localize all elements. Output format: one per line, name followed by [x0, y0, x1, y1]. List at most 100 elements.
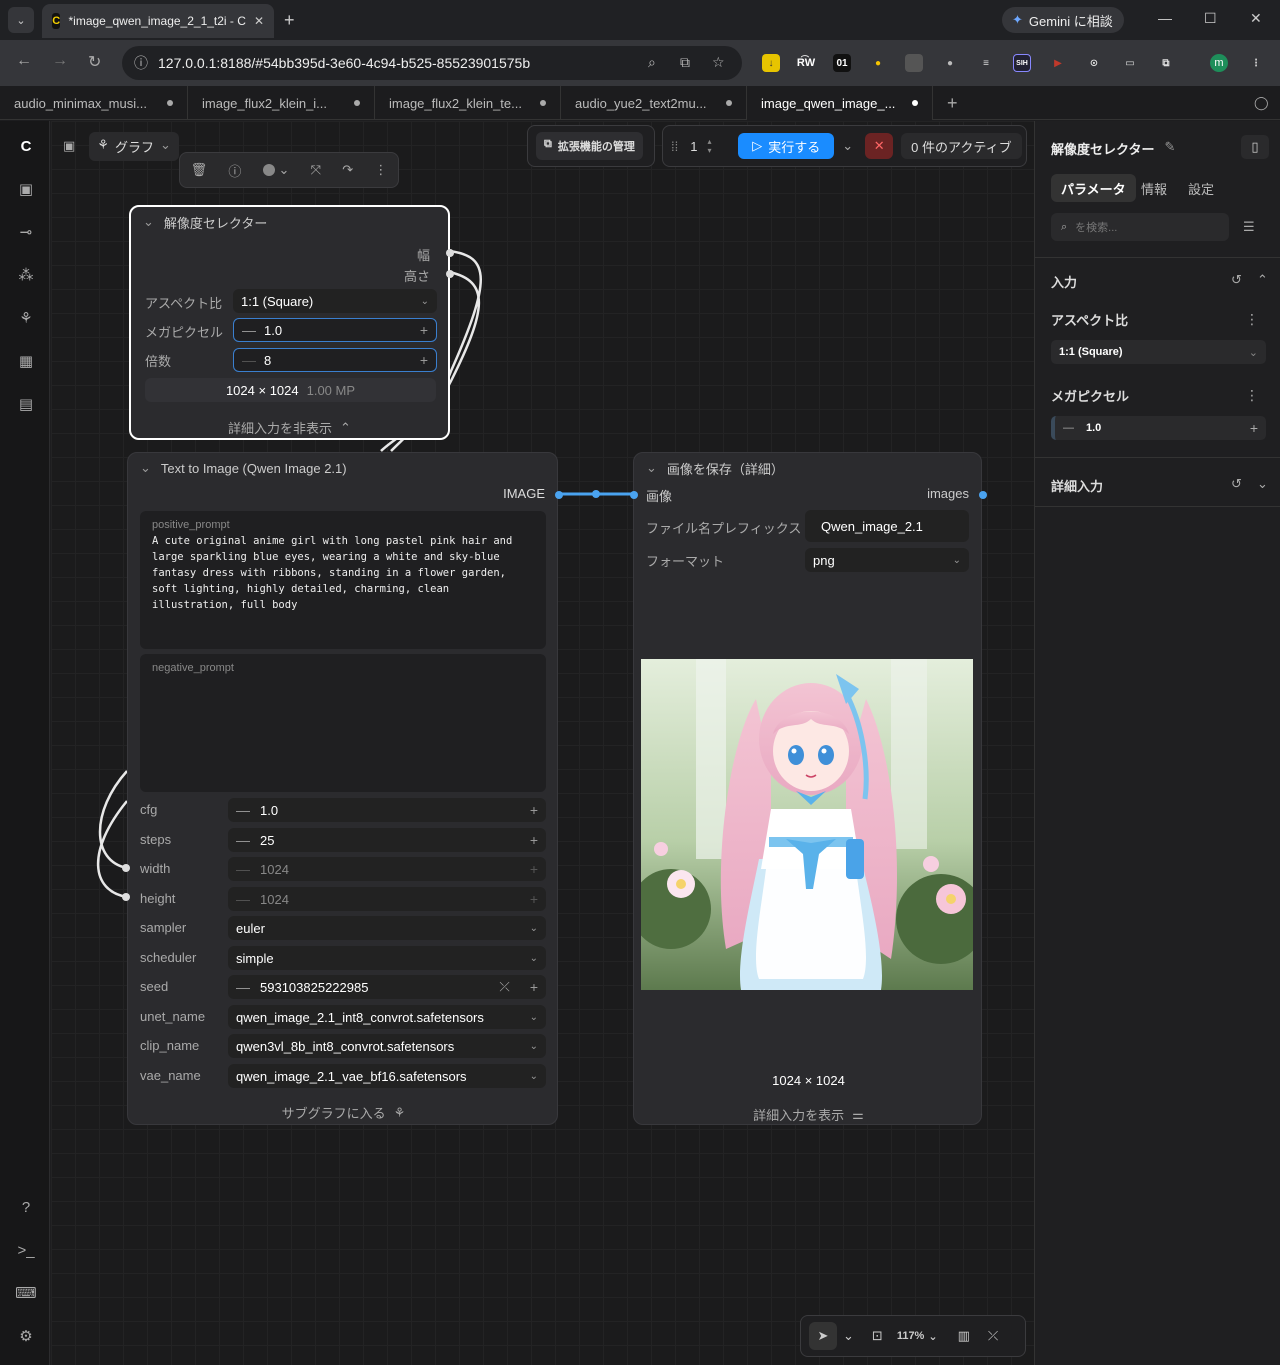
collapse-chevron-icon[interactable]: ⌄	[143, 214, 154, 230]
plus-icon[interactable]: +	[1250, 420, 1258, 436]
maximize-icon[interactable]: ☐	[1204, 10, 1217, 27]
queue-icon[interactable]: ▤	[15, 393, 37, 415]
color-picker-icon[interactable]: ⌄	[262, 162, 289, 178]
minus-icon[interactable]: —	[1063, 422, 1074, 434]
forward-icon[interactable]: →	[52, 52, 68, 70]
hide-advanced-button[interactable]: 詳細入力を非表示 ⌃	[131, 418, 448, 437]
browser-menu-icon[interactable]: ⋮	[1247, 54, 1265, 72]
terminal-icon[interactable]: >_	[15, 1239, 37, 1261]
active-jobs-button[interactable]: 0 件のアクティブ	[901, 133, 1022, 159]
plus-icon[interactable]: +	[530, 861, 538, 877]
bookmark-star-icon[interactable]: ☆	[712, 54, 725, 71]
multiple-stepper[interactable]: —8 +	[233, 348, 437, 372]
param-field-steps[interactable]: — 25 +	[228, 828, 546, 852]
profile-avatar[interactable]: m	[1210, 54, 1228, 72]
workflow-tab-active[interactable]: image_qwen_image_...	[747, 86, 933, 120]
collapse-chevron-icon[interactable]: ⌄	[140, 460, 151, 476]
output-port-height[interactable]	[446, 270, 454, 278]
node-header[interactable]: ⌄ 画像を保存（詳細）	[634, 453, 981, 483]
manage-extensions-button[interactable]: ⧉ 拡張機能の管理	[536, 132, 643, 160]
param-field-height[interactable]: — 1024 +	[228, 887, 546, 911]
minimize-icon[interactable]: —	[1158, 10, 1172, 26]
ext-01-icon[interactable]: 01	[833, 54, 851, 72]
settings-gear-icon[interactable]: ⚙	[15, 1325, 37, 1347]
templates-icon[interactable]: ▦	[15, 350, 37, 372]
section-advanced[interactable]: 詳細入力 ↺ ⌄	[1035, 457, 1280, 507]
workflow-tab[interactable]: audio_minimax_musi...	[0, 86, 188, 120]
minus-icon[interactable]: —	[236, 979, 250, 995]
chevron-down-icon[interactable]: ⌄	[1257, 476, 1268, 492]
ext-bulb-icon[interactable]: ●	[869, 54, 887, 72]
gemini-button[interactable]: ✦ Gemini に相談	[1002, 7, 1124, 33]
user-icon[interactable]: ◯	[1240, 86, 1280, 120]
node-header[interactable]: ⌄ 解像度セレクター	[131, 207, 448, 237]
back-icon[interactable]: ←	[16, 52, 32, 70]
node-resolution-selector[interactable]: ⌄ 解像度セレクター 幅 高さ アスペクト比 1:1 (Square) ⌄ メガピ…	[129, 205, 454, 440]
megapixel-stepper[interactable]: —1.0 +	[233, 318, 437, 342]
negative-prompt-textarea[interactable]: negative_prompt	[140, 654, 546, 792]
plus-icon[interactable]: +	[530, 891, 538, 907]
model-library-icon[interactable]: ⁂	[15, 264, 37, 286]
aspect-select[interactable]: 1:1 (Square) ⌄	[1051, 340, 1266, 364]
input-port-image[interactable]	[630, 491, 638, 499]
node-text-to-image[interactable]: ⌄ Text to Image (Qwen Image 2.1) IMAGE p…	[127, 452, 563, 1125]
ext-lock-icon[interactable]: ⊙	[1085, 54, 1103, 72]
run-options-chevron-icon[interactable]: ⌄	[842, 138, 853, 154]
ext-stack-icon[interactable]: ≡	[977, 54, 995, 72]
input-port-width[interactable]	[122, 864, 130, 872]
minimap-icon[interactable]: ▥	[958, 1328, 970, 1344]
nodes-library-icon[interactable]: ⊸	[15, 221, 37, 243]
install-app-icon[interactable]: ⧉	[680, 54, 690, 71]
workflow-tab[interactable]: image_flux2_klein_i...	[188, 86, 375, 120]
tab-info[interactable]: 情報	[1131, 174, 1177, 202]
randomize-seed-icon[interactable]: ⤫	[499, 979, 509, 995]
param-field-vae-name[interactable]: qwen_image_2.1_vae_bf16.safetensors ⌄	[228, 1064, 546, 1088]
fit-view-icon[interactable]: ⊡	[872, 1328, 883, 1344]
comfy-logo-icon[interactable]: C	[15, 135, 37, 157]
bypass-icon[interactable]: ⤧	[311, 162, 321, 178]
extensions-puzzle-icon[interactable]: ⧉	[1157, 54, 1175, 72]
ext-box-icon[interactable]	[905, 54, 923, 72]
ext-rw-icon[interactable]: R͡W	[797, 54, 815, 72]
link-midpoint[interactable]	[592, 490, 600, 498]
show-advanced-button[interactable]: 詳細入力を表示 ⚌	[634, 1105, 983, 1124]
param-field-scheduler[interactable]: simple ⌄	[228, 946, 546, 970]
minus-icon[interactable]: —	[242, 322, 256, 338]
more-options-icon[interactable]: ⋮	[1245, 311, 1259, 328]
minus-icon[interactable]: —	[236, 802, 250, 818]
keyboard-icon[interactable]: ⌨	[15, 1282, 37, 1304]
graph-dropdown[interactable]: ⚘ グラフ ⌄	[89, 131, 179, 161]
format-select[interactable]: png ⌄	[805, 548, 969, 572]
run-button[interactable]: ▷ 実行する	[738, 133, 835, 159]
info-icon[interactable]: ⓘ	[228, 161, 241, 180]
param-field-sampler[interactable]: euler ⌄	[228, 916, 546, 940]
filter-list-icon[interactable]: ☰	[1243, 219, 1255, 235]
collapse-chevron-icon[interactable]: ⌄	[646, 460, 657, 476]
prefix-input[interactable]: Qwen_image_2.1	[805, 510, 969, 542]
tab-settings[interactable]: 設定	[1178, 174, 1224, 202]
workflows-icon[interactable]: ⚘	[15, 307, 37, 329]
help-icon[interactable]: ?	[15, 1196, 37, 1218]
output-port-width[interactable]	[446, 249, 454, 257]
output-image[interactable]	[641, 659, 973, 990]
reset-icon[interactable]: ↺	[1231, 476, 1242, 492]
plus-icon[interactable]: +	[530, 979, 538, 995]
tab-search-button[interactable]: ⌄	[8, 7, 34, 33]
zoom-icon[interactable]: ⌕	[648, 54, 656, 71]
node-header[interactable]: ⌄ Text to Image (Qwen Image 2.1)	[128, 453, 557, 483]
drag-handle-icon[interactable]: ⁞⁞	[671, 139, 678, 154]
ext-moon-icon[interactable]: ●	[941, 54, 959, 72]
queue-count-input[interactable]: 1 ▴ ▾	[690, 137, 734, 155]
reload-icon[interactable]: ↻	[88, 52, 101, 72]
more-options-icon[interactable]: ⋮	[374, 162, 387, 178]
ext-play-icon[interactable]: ▶	[1049, 54, 1067, 72]
minus-icon[interactable]: —	[236, 861, 250, 877]
ext-chat-icon[interactable]: ▭	[1121, 54, 1139, 72]
toggle-panel-icon[interactable]: ▯	[1241, 135, 1269, 159]
redo-icon[interactable]: ↷	[342, 162, 353, 178]
close-icon[interactable]: ✕	[254, 14, 264, 28]
input-port-height[interactable]	[122, 893, 130, 901]
layout-icon[interactable]: ▣	[63, 138, 75, 154]
aspect-select[interactable]: 1:1 (Square) ⌄	[233, 289, 437, 313]
hide-links-icon[interactable]: ⤫	[988, 1328, 998, 1344]
